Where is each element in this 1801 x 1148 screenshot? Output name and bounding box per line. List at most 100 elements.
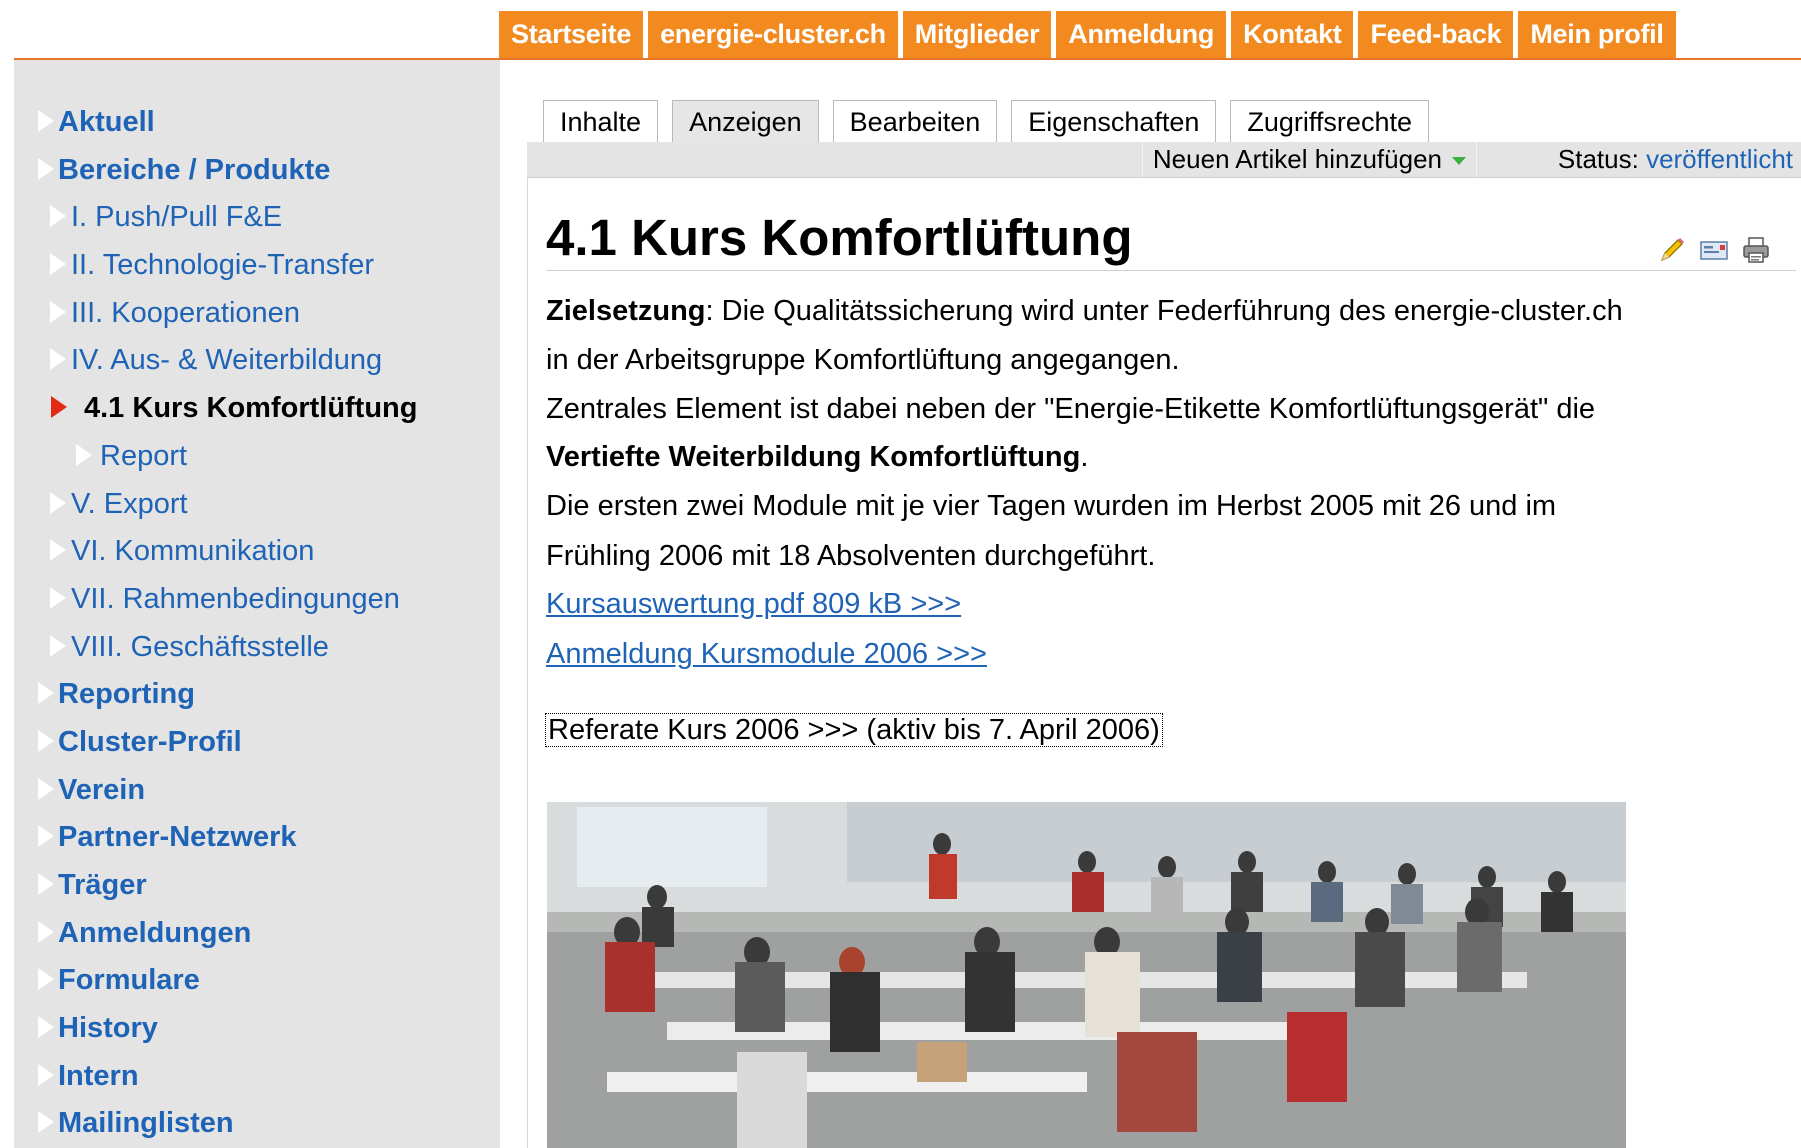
tab-anzeigen[interactable]: Anzeigen xyxy=(672,100,819,143)
topnav-item-startseite[interactable]: Startseite xyxy=(499,11,644,58)
topnav-item-kontakt[interactable]: Kontakt xyxy=(1231,11,1354,58)
sidebar-item-label: Träger xyxy=(58,869,147,901)
page-title: 4.1 Kurs Komfortlüftung xyxy=(546,209,1133,266)
sidebar-item[interactable]: Träger xyxy=(14,861,500,909)
arrow-right-icon xyxy=(38,1111,54,1134)
sidebar-item-active[interactable]: 4.1 Kurs Komfortlüftung xyxy=(14,384,500,432)
arrow-right-icon xyxy=(38,777,54,800)
status-value-link[interactable]: veröffentlicht xyxy=(1646,144,1793,174)
sidebar-item-label: Formulare xyxy=(58,964,200,997)
arrow-right-icon xyxy=(50,205,66,228)
edit-pencil-icon[interactable] xyxy=(1656,234,1688,266)
sidebar-item-label: VI. Kommunikation xyxy=(71,535,315,568)
paragraph-modules: Die ersten zwei Module mit je vier Tagen… xyxy=(546,490,1557,522)
sidebar-item-label: History xyxy=(58,1012,158,1045)
arrow-right-icon xyxy=(50,539,66,562)
sidebar-item[interactable]: VI. Kommunikation xyxy=(14,527,500,575)
sidebar-item-label: VII. Rahmenbedingungen xyxy=(71,582,400,615)
topnav-item-energie-cluster-ch[interactable]: energie-cluster.ch xyxy=(648,11,898,58)
topnav-item-mitglieder[interactable]: Mitglieder xyxy=(902,11,1052,58)
email-icon[interactable] xyxy=(1698,234,1730,266)
sidebar-item[interactable]: Report xyxy=(14,432,500,480)
tab-eigenschaften[interactable]: Eigenschaften xyxy=(1011,100,1217,143)
arrow-right-icon xyxy=(38,873,54,895)
sidebar-item[interactable]: Mailinglisten xyxy=(14,1099,500,1147)
sidebar-item-label: Aktuell xyxy=(58,106,155,138)
topnav-item-anmeldung[interactable]: Anmeldung xyxy=(1056,11,1227,58)
course-name-bold: Vertiefte Weiterbildung Komfortlüftung xyxy=(546,441,1081,473)
sidebar-item[interactable]: Reporting xyxy=(14,670,500,718)
sidebar-item[interactable]: IV. Aus- & Weiterbildung xyxy=(14,336,500,384)
article-actions xyxy=(1656,234,1772,266)
arrow-right-icon xyxy=(50,634,66,657)
sidebar-item[interactable]: Partner-Netzwerk xyxy=(14,813,500,861)
arrow-right-icon xyxy=(38,682,54,705)
sidebar-item-label: Verein xyxy=(58,773,146,806)
print-icon[interactable] xyxy=(1740,234,1772,266)
arrow-right-icon xyxy=(50,586,66,609)
lectures-link-item[interactable]: Referate Kurs 2006 >>> (aktiv bis 7. Apr… xyxy=(545,713,1163,747)
goal-label: Zielsetzung xyxy=(546,295,706,327)
title-divider xyxy=(546,270,1796,271)
status-label: Status: xyxy=(1557,144,1639,174)
arrow-right-icon xyxy=(38,157,54,180)
sidebar-item[interactable]: Bereiche / Produkte xyxy=(14,146,500,194)
sidebar-item-label: V. Export xyxy=(71,487,188,520)
sidebar-item[interactable]: Cluster-Profil xyxy=(14,718,500,766)
sidebar-item-label: Report xyxy=(100,439,188,472)
paragraph-modules-line2: Frühling 2006 mit 18 Absolventen durchge… xyxy=(546,540,1156,572)
goal-text: : Die Qualitätssicherung wird unter Fede… xyxy=(705,295,1623,327)
add-article-dropdown[interactable]: Neuen Artikel hinzufügen xyxy=(1141,142,1477,177)
tab-inhalte[interactable]: Inhalte xyxy=(543,100,659,143)
sidebar-item[interactable]: I. Push/Pull F&E xyxy=(14,193,500,241)
course-registration-link[interactable]: Anmeldung Kursmodule 2006 >>> xyxy=(546,638,987,671)
sidebar-item[interactable]: Verein xyxy=(14,766,500,814)
arrow-right-icon xyxy=(38,729,54,752)
arrow-right-icon xyxy=(38,110,54,132)
dropdown-caret-icon xyxy=(1452,157,1466,166)
sidebar-item-label: III. Kooperationen xyxy=(71,296,300,329)
sidebar-item[interactable]: Anmeldungen xyxy=(14,909,500,957)
paragraph-goal: Zielsetzung: Die Qualitätssicherung wird… xyxy=(546,295,1623,328)
arrow-right-icon xyxy=(38,968,54,991)
course-evaluation-pdf-link[interactable]: Kursauswertung pdf 809 kB >>> xyxy=(546,588,961,621)
arrow-right-icon xyxy=(51,396,67,419)
course-photo xyxy=(547,802,1626,1148)
status-indicator: Status: veröffentlicht xyxy=(1558,142,1793,177)
sidebar-item-label: Mailinglisten xyxy=(58,1107,234,1140)
tab-bar: Inhalte Anzeigen Bearbeiten Eigenschaften Zu… xyxy=(543,100,1443,143)
sidebar-item[interactable]: Formulare xyxy=(14,956,500,1004)
lectures-link[interactable]: Referate Kurs 2006 >>> (aktiv bis 7. Apr… xyxy=(545,713,1163,747)
sidebar-item-label: Intern xyxy=(58,1059,139,1092)
sidebar-item-label: Partner-Netzwerk xyxy=(58,821,297,854)
sidebar-item[interactable]: History xyxy=(14,1004,500,1052)
sidebar-item-label: II. Technologie-Transfer xyxy=(71,249,375,282)
sidebar-item-label: VIII. Geschäftsstelle xyxy=(71,630,329,663)
add-article-label: Neuen Artikel hinzufügen xyxy=(1152,144,1442,174)
arrow-right-icon xyxy=(76,443,92,466)
topnav-item-feed-back[interactable]: Feed-back xyxy=(1358,11,1514,58)
tab-zugriffsrechte[interactable]: Zugriffsrechte xyxy=(1230,100,1429,143)
sidebar-item[interactable]: VIII. Geschäftsstelle xyxy=(14,623,500,671)
sidebar-item[interactable]: Aktuell xyxy=(14,98,500,146)
tab-bearbeiten[interactable]: Bearbeiten xyxy=(832,100,998,143)
arrow-right-icon xyxy=(38,1016,54,1039)
sidebar-item[interactable]: II. Technologie-Transfer xyxy=(14,241,500,289)
arrow-right-icon xyxy=(38,825,54,848)
arrow-right-icon xyxy=(38,1063,54,1086)
sidebar-item-label: Reporting xyxy=(58,678,195,711)
arrow-right-icon xyxy=(50,253,66,276)
arrow-right-icon xyxy=(50,491,66,514)
top-navigation: Startseite energie-cluster.ch Mitglieder An… xyxy=(499,11,1676,58)
arrow-right-icon xyxy=(50,348,66,371)
paragraph-goal-line2: in der Arbeitsgruppe Komfortlüftung ange… xyxy=(546,344,1180,376)
sidebar-item-label: IV. Aus- & Weiterbildung xyxy=(71,344,383,377)
sidebar-item[interactable]: Intern xyxy=(14,1052,500,1100)
sidebar: Aktuell Bereiche / Produkte I. Push/Pull F… xyxy=(14,60,500,1148)
period: . xyxy=(1080,441,1089,473)
sidebar-item-label: Cluster-Profil xyxy=(58,725,242,758)
sidebar-item[interactable]: VII. Rahmenbedingungen xyxy=(14,575,500,623)
sidebar-item[interactable]: V. Export xyxy=(14,480,500,528)
topnav-item-mein-profil[interactable]: Mein profil xyxy=(1518,11,1676,58)
sidebar-item[interactable]: III. Kooperationen xyxy=(14,289,500,337)
